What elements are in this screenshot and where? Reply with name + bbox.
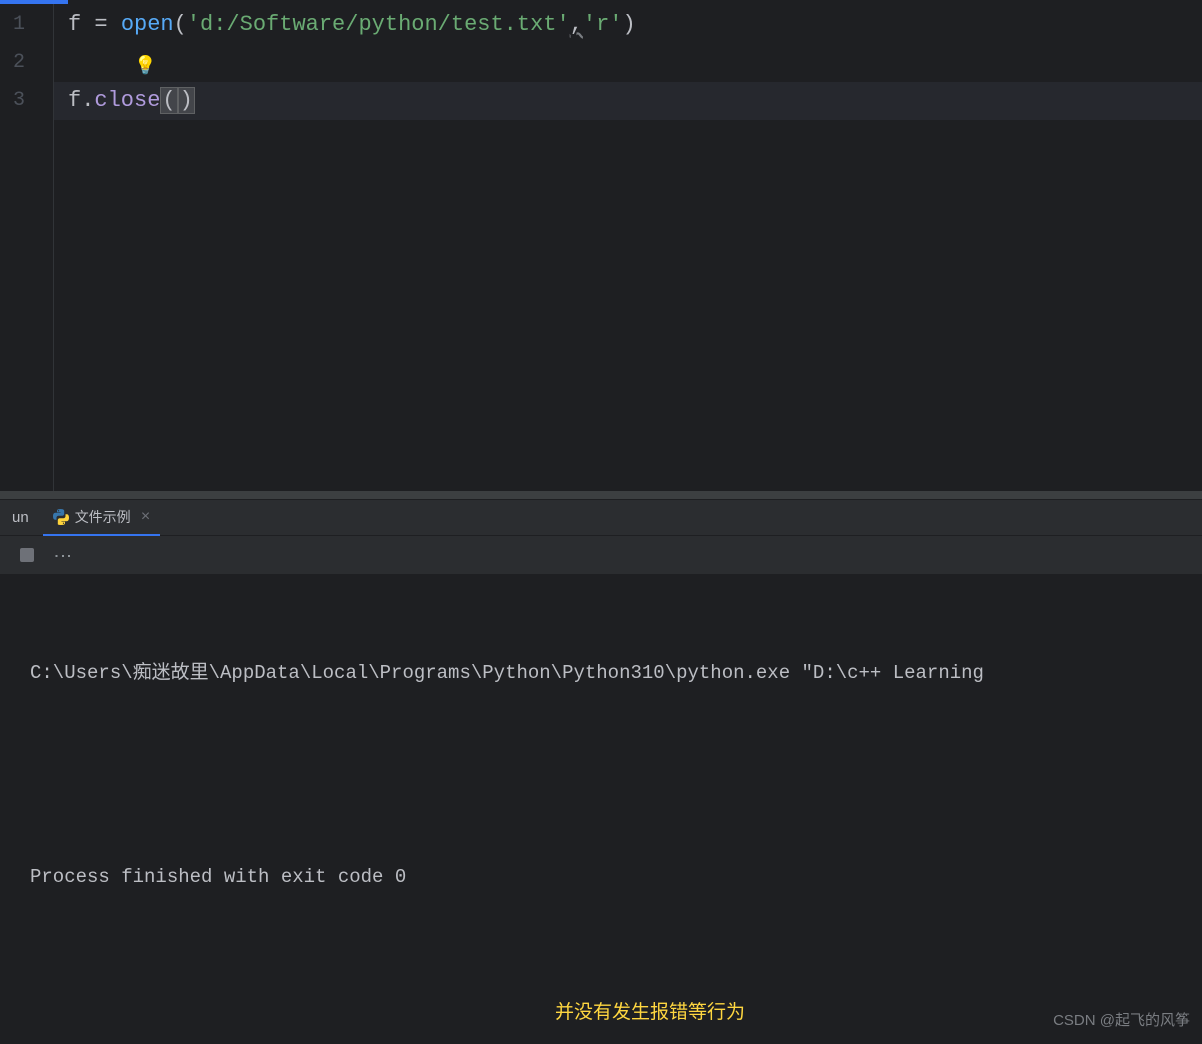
stop-icon[interactable] xyxy=(20,548,34,562)
console-output[interactable]: C:\Users\痴迷故里\AppData\Local\Programs\Pyt… xyxy=(0,574,1202,1044)
annotation-text: 并没有发生报错等行为 xyxy=(555,996,745,1030)
watermark-text: CSDN @起飞的风筝 xyxy=(1053,1004,1190,1038)
panel-label: un xyxy=(4,509,37,526)
tab-name: 文件示例 xyxy=(75,507,131,527)
lightbulb-icon[interactable]: 💡 xyxy=(134,48,156,86)
console-line: Process finished with exit code 0 xyxy=(30,860,1182,894)
tab-indicator xyxy=(0,0,68,4)
close-icon[interactable]: × xyxy=(141,508,151,526)
more-icon[interactable]: ⋮ xyxy=(51,547,73,563)
run-panel: un 文件示例 × ⋮ C:\Users\痴迷故里\AppData\Local\… xyxy=(0,499,1202,729)
line-number[interactable]: 1 xyxy=(0,6,53,44)
code-content[interactable]: f = open('d:/Software/python/test.txt','… xyxy=(54,0,1202,491)
line-number[interactable]: 2 xyxy=(0,44,53,82)
run-tab[interactable]: 文件示例 × xyxy=(43,500,161,536)
python-icon xyxy=(53,509,69,525)
panel-divider[interactable] xyxy=(0,491,1202,499)
code-editor[interactable]: 1 2 3 f = open('d:/Software/python/test.… xyxy=(0,0,1202,491)
code-line-3[interactable]: f.close() xyxy=(54,82,1202,120)
panel-header: un 文件示例 × xyxy=(0,500,1202,536)
code-line-2[interactable] xyxy=(54,44,1202,82)
line-gutter: 1 2 3 xyxy=(0,0,54,491)
line-number[interactable]: 3 xyxy=(0,82,53,120)
console-toolbar: ⋮ xyxy=(0,536,1202,574)
code-line-1[interactable]: f = open('d:/Software/python/test.txt','… xyxy=(54,6,1202,44)
console-line-empty xyxy=(30,758,1182,792)
console-line: C:\Users\痴迷故里\AppData\Local\Programs\Pyt… xyxy=(30,656,1182,690)
